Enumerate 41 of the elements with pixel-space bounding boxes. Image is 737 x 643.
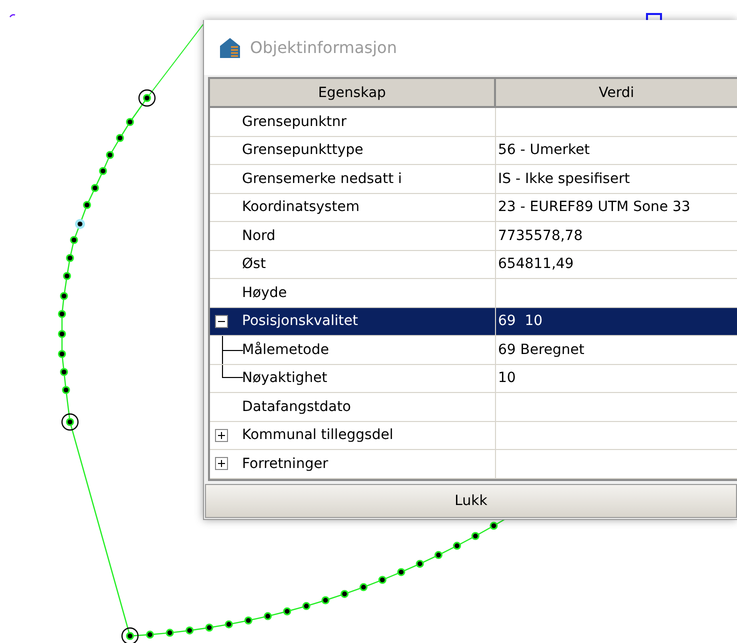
property-name: Nøyaktighet <box>242 370 328 386</box>
property-value: 10 <box>498 370 516 386</box>
property-row[interactable]: Posisjonskvalitet 69 10 <box>210 308 737 336</box>
property-name: Nord <box>242 228 276 244</box>
property-row[interactable]: Forretninger <box>210 450 737 478</box>
property-value: 23 - EUREF89 UTM Sone 33 <box>498 199 690 216</box>
property-row[interactable]: Målemetode 69 Beregnet <box>210 336 737 364</box>
property-name: Øst <box>242 256 266 272</box>
property-value: 7735578,78 <box>498 228 583 244</box>
property-value: 69 10 <box>498 313 543 330</box>
expand-icon[interactable] <box>215 428 228 442</box>
property-row[interactable]: Grensemerke nedsatt i IS - Ikke spesifisert <box>210 165 737 194</box>
property-row[interactable]: Grensepunkttype 56 - Umerket <box>210 136 737 165</box>
column-header[interactable]: Verdi <box>496 79 737 106</box>
house-icon <box>219 36 241 58</box>
property-name: Høyde <box>242 284 287 301</box>
property-name: Grensepunkttype <box>242 142 364 158</box>
property-row[interactable]: Datafangstdato <box>210 393 737 422</box>
property-row[interactable]: Nøyaktighet 10 <box>210 364 737 393</box>
column-header[interactable]: Egenskap <box>210 79 496 106</box>
property-name: Grensepunktnr <box>242 114 347 130</box>
property-row[interactable]: Nord 7735578,78 <box>210 222 737 250</box>
property-name: Kommunal tilleggsdel <box>242 427 394 444</box>
property-row[interactable]: Grensepunktnr <box>210 108 737 136</box>
property-name: Forretninger <box>242 456 328 472</box>
property-value: 56 - Umerket <box>498 142 590 158</box>
property-name: Koordinatsystem <box>242 199 360 216</box>
property-name: Datafangstdato <box>242 398 351 415</box>
window-title: Objektinformasjon <box>250 38 397 57</box>
property-name: Grensemerke nedsatt i <box>242 170 402 187</box>
property-row[interactable]: Koordinatsystem 23 - EUREF89 UTM Sone 33 <box>210 194 737 222</box>
property-value: 69 Beregnet <box>498 342 584 358</box>
expand-icon[interactable] <box>215 457 228 470</box>
property-row[interactable]: Kommunal tilleggsdel <box>210 422 737 450</box>
collapse-icon[interactable] <box>215 314 228 328</box>
property-value: 654811,49 <box>498 256 574 272</box>
property-name: Målemetode <box>242 342 329 358</box>
property-name: Posisjonskvalitet <box>242 313 358 330</box>
close-button[interactable]: Lukk <box>205 484 737 518</box>
property-value: IS - Ikke spesifisert <box>498 170 630 187</box>
property-row[interactable]: Øst 654811,49 <box>210 250 737 279</box>
